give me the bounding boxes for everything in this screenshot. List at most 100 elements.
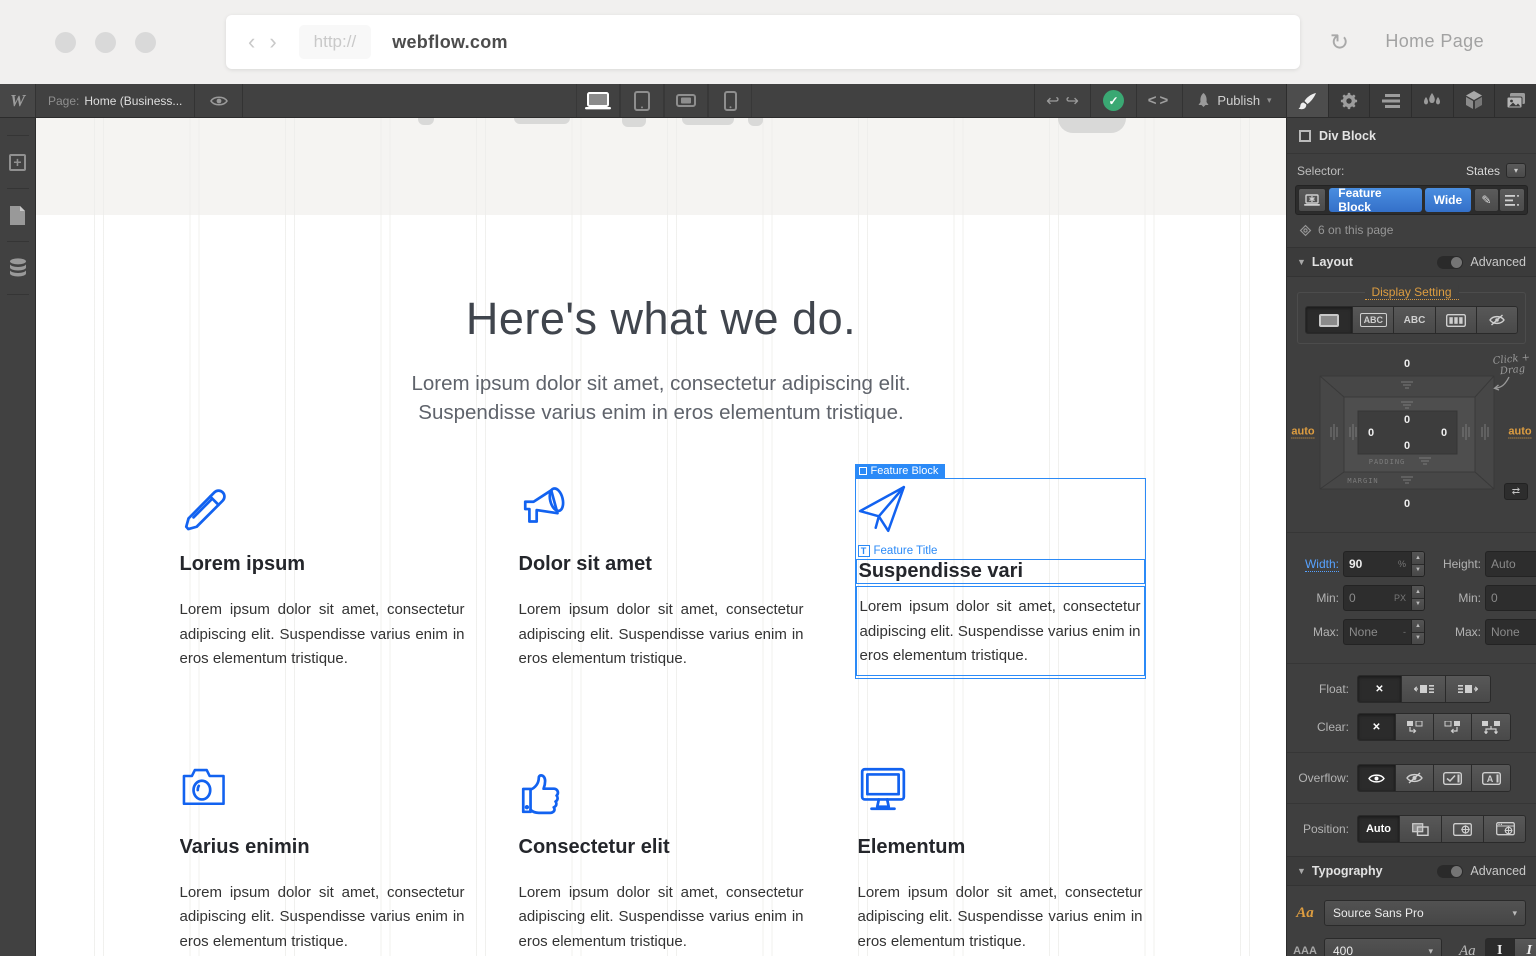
class-selector-input[interactable]: ✱ Feature Block Wide ✎ bbox=[1295, 185, 1528, 215]
clear-both-button[interactable] bbox=[1472, 714, 1510, 740]
float-left-button[interactable] bbox=[1402, 676, 1446, 702]
feature-title[interactable]: Elementum bbox=[858, 836, 1143, 859]
feature-title[interactable]: Varius enimin bbox=[180, 836, 465, 859]
breakpoint-phone-landscape-button[interactable] bbox=[664, 84, 708, 117]
padding-left-value[interactable]: 0 bbox=[1368, 427, 1374, 439]
style-italic-button[interactable]: I bbox=[1514, 938, 1536, 956]
min-height-field[interactable]: 0PX ▲▼ bbox=[1485, 585, 1536, 611]
feature-block[interactable]: Lorem ipsum Lorem ipsum dolor sit amet, … bbox=[180, 483, 465, 676]
design-canvas[interactable]: Here's what we do. Lorem ipsum dolor sit… bbox=[36, 118, 1286, 956]
url-text[interactable]: webflow.com bbox=[392, 32, 508, 53]
display-columns-button[interactable] bbox=[1435, 307, 1477, 333]
overflow-auto-button[interactable]: A bbox=[1472, 765, 1510, 791]
breakpoint-indicator-button[interactable]: ✱ bbox=[1298, 188, 1327, 212]
clear-none-button[interactable]: ✕ bbox=[1358, 714, 1396, 740]
clear-right-button[interactable] bbox=[1434, 714, 1472, 740]
feature-text[interactable]: Lorem ipsum dolor sit amet, consectetur … bbox=[180, 598, 465, 672]
window-controls[interactable] bbox=[55, 31, 156, 53]
typography-advanced-toggle[interactable] bbox=[1437, 864, 1464, 878]
padding-top-value[interactable]: 0 bbox=[1404, 414, 1410, 426]
publish-button[interactable]: Publish ▾ bbox=[1182, 84, 1286, 117]
section-subheading[interactable]: Lorem ipsum dolor sit amet, consectetur … bbox=[36, 369, 1286, 427]
feature-title[interactable]: Suspendisse vari bbox=[855, 559, 1145, 584]
margin-top-value[interactable]: 0 bbox=[1404, 358, 1410, 370]
preview-button[interactable] bbox=[195, 84, 244, 117]
feature-block-selected[interactable]: Feature Block T Feature Title Suspendiss… bbox=[854, 464, 1146, 679]
redo-icon[interactable]: ↪ bbox=[1066, 91, 1079, 111]
style-normal-button[interactable]: I bbox=[1484, 938, 1515, 956]
feature-title[interactable]: Consectetur elit bbox=[519, 836, 804, 859]
padding-bottom-value[interactable]: 0 bbox=[1404, 440, 1410, 452]
states-dropdown-button[interactable]: ▾ bbox=[1506, 163, 1526, 178]
layout-section-header[interactable]: ▼ Layout Advanced bbox=[1287, 247, 1536, 277]
refresh-icon[interactable]: ↻ bbox=[1330, 31, 1349, 54]
undo-icon[interactable]: ↩ bbox=[1046, 91, 1059, 111]
tab-settings[interactable] bbox=[1327, 84, 1370, 117]
webflow-logo[interactable]: W bbox=[0, 84, 36, 117]
feature-block[interactable]: Consectetur elit Lorem ipsum dolor sit a… bbox=[519, 766, 804, 955]
spacing-box-model[interactable]: 0 0 auto auto 0 0 0 0 PADDING MARGIN Cli… bbox=[1287, 352, 1536, 526]
feature-text[interactable]: Lorem ipsum dolor sit amet, consectetur … bbox=[519, 881, 804, 955]
window-close-button[interactable] bbox=[55, 31, 76, 53]
feature-block[interactable]: Elementum Lorem ipsum dolor sit amet, co… bbox=[858, 766, 1143, 955]
saved-status-button[interactable]: ✓ bbox=[1090, 84, 1136, 117]
display-inline-block-button[interactable]: ABC bbox=[1353, 307, 1395, 333]
position-auto-button[interactable]: Auto bbox=[1358, 816, 1400, 842]
feature-text[interactable]: Lorem ipsum dolor sit amet, consectetur … bbox=[519, 598, 804, 672]
section-heading[interactable]: Here's what we do. bbox=[36, 293, 1286, 345]
feature-title[interactable]: Lorem ipsum bbox=[180, 553, 465, 576]
margin-left-value[interactable]: auto bbox=[1291, 426, 1315, 439]
export-code-button[interactable]: <> bbox=[1136, 84, 1182, 117]
breakpoint-tablet-button[interactable] bbox=[620, 84, 664, 117]
pages-button[interactable] bbox=[0, 198, 36, 232]
layout-advanced-toggle[interactable] bbox=[1437, 255, 1464, 269]
display-none-button[interactable] bbox=[1476, 307, 1517, 333]
max-width-field[interactable]: None - ▲ ▼ bbox=[1343, 619, 1425, 645]
edit-class-button[interactable]: ✎ bbox=[1474, 188, 1499, 212]
feature-text[interactable]: Lorem ipsum dolor sit amet, consectetur … bbox=[855, 586, 1145, 676]
tab-assets[interactable] bbox=[1494, 84, 1536, 117]
overflow-visible-button[interactable] bbox=[1358, 765, 1396, 791]
padding-right-value[interactable]: 0 bbox=[1441, 427, 1447, 439]
expand-sides-button[interactable]: ⇄ bbox=[1504, 483, 1528, 500]
selected-element-tag[interactable]: Feature Block bbox=[854, 464, 946, 479]
min-width-stepper[interactable]: ▲ ▼ bbox=[1412, 585, 1425, 611]
width-field[interactable]: 90% ▲ ▼ bbox=[1343, 551, 1425, 577]
feature-title[interactable]: Dolor sit amet bbox=[519, 553, 804, 576]
width-label[interactable]: Width: bbox=[1289, 557, 1339, 572]
position-fixed-button[interactable] bbox=[1484, 816, 1525, 842]
window-minimize-button[interactable] bbox=[95, 31, 116, 53]
feature-block[interactable]: Dolor sit amet Lorem ipsum dolor sit ame… bbox=[519, 483, 804, 676]
class-tag-wide[interactable]: Wide bbox=[1424, 188, 1472, 212]
breakpoint-phone-portrait-button[interactable] bbox=[708, 84, 752, 117]
forward-icon[interactable]: › bbox=[269, 29, 276, 55]
display-inline-button[interactable]: ABC bbox=[1394, 307, 1436, 333]
back-icon[interactable]: ‹ bbox=[248, 29, 255, 55]
min-width-field[interactable]: 0 PX ▲ ▼ bbox=[1343, 585, 1425, 611]
selector-options-button[interactable] bbox=[1498, 188, 1525, 212]
overflow-hidden-button[interactable] bbox=[1396, 765, 1434, 791]
breakpoint-desktop-button[interactable] bbox=[576, 84, 620, 117]
feature-text[interactable]: Lorem ipsum dolor sit amet, consectetur … bbox=[858, 881, 1143, 955]
clear-left-button[interactable] bbox=[1396, 714, 1434, 740]
add-elements-button[interactable]: + bbox=[0, 145, 36, 179]
feature-text[interactable]: Lorem ipsum dolor sit amet, consectetur … bbox=[180, 881, 465, 955]
typography-section-header[interactable]: ▼ Typography Advanced bbox=[1287, 856, 1536, 886]
tab-symbols[interactable] bbox=[1452, 84, 1495, 117]
url-bar[interactable]: ‹ › http:// webflow.com bbox=[226, 15, 1300, 69]
margin-bottom-value[interactable]: 0 bbox=[1404, 498, 1410, 510]
overflow-scroll-button[interactable] bbox=[1434, 765, 1472, 791]
selected-child-tag[interactable]: T Feature Title bbox=[857, 545, 1143, 557]
width-stepper[interactable]: ▲ ▼ bbox=[1412, 551, 1425, 577]
tab-style-manager[interactable] bbox=[1369, 84, 1412, 117]
tab-interactions[interactable] bbox=[1411, 84, 1453, 117]
position-absolute-button[interactable] bbox=[1442, 816, 1484, 842]
class-tag-feature-block[interactable]: Feature Block bbox=[1329, 186, 1422, 214]
display-setting-label[interactable]: Display Setting bbox=[1364, 285, 1459, 300]
font-weight-select[interactable]: 400 ▾ bbox=[1324, 938, 1442, 956]
max-width-stepper[interactable]: ▲ ▼ bbox=[1412, 619, 1425, 645]
tab-style[interactable] bbox=[1286, 84, 1328, 117]
margin-right-value[interactable]: auto bbox=[1508, 426, 1532, 439]
height-field[interactable]: Auto- ▲▼ bbox=[1485, 551, 1536, 577]
font-family-select[interactable]: Source Sans Pro ▾ bbox=[1324, 900, 1526, 926]
